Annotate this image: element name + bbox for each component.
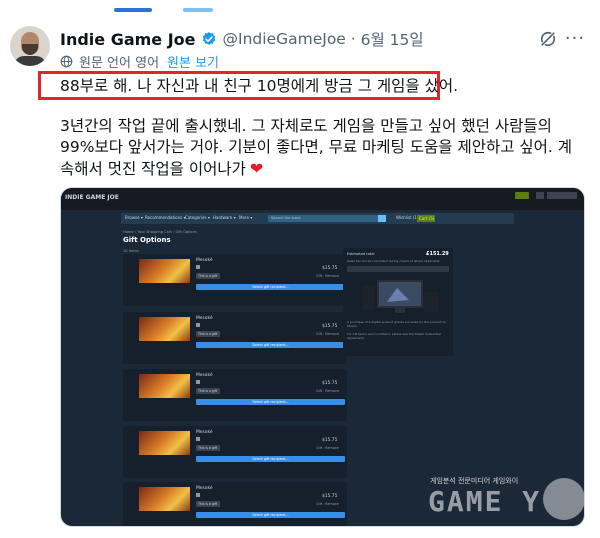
cart-item: Mesoké $15.75 This is a gift Gift · Remove S… — [123, 312, 347, 364]
breadcrumb: Home › Your Shopping Cart › Gift Options — [123, 230, 197, 234]
item-price: $15.75 — [322, 324, 338, 329]
media-indicator — [114, 8, 152, 12]
post-header: Indie Game Joe @IndieGameJoe · 6월 15일 — [60, 28, 424, 50]
game-thumbnail — [139, 374, 190, 398]
item-price: $15.75 — [322, 381, 338, 386]
store-search-input: Search the store — [268, 215, 378, 222]
grok-slash-icon[interactable] — [538, 29, 558, 49]
wishlist-link: Wishlist (1) — [396, 215, 419, 220]
windows-icon — [196, 265, 200, 269]
separator: · — [350, 30, 356, 48]
install-steam-button — [515, 192, 529, 199]
windows-icon — [196, 437, 200, 441]
game-title: Mesoké — [196, 430, 213, 435]
gift-select: This is a gift — [196, 273, 220, 279]
media-indicator-secondary — [183, 8, 213, 12]
terms-note: For full terms and conditions, please se… — [347, 332, 442, 340]
game-thumbnail — [139, 317, 190, 341]
gift-select: This is a gift — [196, 501, 220, 507]
nav-more: More ▾ — [239, 215, 253, 220]
continue-button — [347, 266, 449, 272]
order-summary: Estimated total £151.29 Sales tax will b… — [343, 248, 453, 356]
watermark-logo-text: GAME Y — [428, 485, 542, 518]
watermark-circle-icon — [543, 478, 584, 520]
select-gift-recipient-button: Select gift recipient... — [196, 456, 345, 462]
windows-icon — [196, 323, 200, 327]
cart-item: Mesoké $15.75 This is a gift Gift · Remove S… — [123, 482, 347, 526]
search-icon — [378, 215, 386, 222]
translation-notice: 원문 언어 영어 원본 보기 — [60, 52, 219, 71]
top-strip — [0, 0, 600, 16]
steam-top-bar: INDIE GAME JOE — [61, 188, 584, 210]
cart-button: Cart (5) — [417, 215, 435, 222]
steam-brand: INDIE GAME JOE — [65, 194, 119, 201]
account-menu — [547, 192, 577, 199]
remove-link: Gift · Remove — [316, 274, 340, 278]
tax-note: Sales tax will be calculated during chec… — [347, 259, 440, 263]
embedded-steam-screenshot[interactable]: INDIE GAME JOE Browse ▾ Recommendations … — [60, 187, 585, 527]
game-title: Mesoké — [196, 486, 213, 491]
post-date[interactable]: 6월 15일 — [361, 28, 424, 50]
license-note: A purchase of a digital product grants a… — [347, 320, 447, 328]
game-title: Mesoké — [196, 258, 213, 263]
devices-illustration — [363, 280, 439, 313]
more-icon[interactable]: ··· — [565, 28, 585, 49]
remove-link: Gift · Remove — [316, 332, 340, 336]
gift-select: This is a gift — [196, 388, 220, 394]
post-body: 3년간의 작업 끝에 출시했네. 그 자체로도 게임을 만들고 싶어 했던 사람… — [60, 116, 585, 180]
select-gift-recipient-button: Select gift recipient... — [196, 399, 345, 405]
game-thumbnail — [139, 259, 190, 283]
game-title: Mesoké — [196, 373, 213, 378]
select-gift-recipient-button: Select gift recipient... — [196, 342, 345, 348]
heart-emoji-icon: ❤ — [249, 159, 264, 178]
post-body-text: 3년간의 작업 끝에 출시했네. 그 자체로도 게임을 만들고 싶어 했던 사람… — [60, 117, 573, 178]
windows-icon — [196, 493, 200, 497]
remove-link: Gift · Remove — [316, 389, 340, 393]
translation-label: 원문 언어 영어 — [79, 55, 160, 71]
windows-icon — [196, 380, 200, 384]
game-title: Mesoké — [196, 316, 213, 321]
game-thumbnail — [139, 487, 190, 511]
remove-link: Gift · Remove — [316, 502, 340, 506]
item-count: 10 items — [123, 249, 139, 253]
nav-browse: Browse ▾ — [125, 215, 143, 220]
show-original-link[interactable]: 원본 보기 — [167, 52, 219, 71]
highlighted-post-line: 88부로 해. 나 자신과 내 친구 10명에게 방금 그 게임을 샀어. — [60, 77, 459, 95]
author-handle[interactable]: @IndieGameJoe — [223, 30, 346, 48]
cart-item: Mesoké $15.75 This is a gift Gift · Remove S… — [123, 426, 347, 478]
gamey-watermark: 게임분석 전문미디어 게임와이 GAME Y — [426, 476, 584, 524]
avatar[interactable] — [10, 26, 50, 66]
translate-globe-icon — [60, 55, 73, 67]
item-price: $15.75 — [322, 438, 338, 443]
remove-link: Gift · Remove — [316, 446, 340, 450]
nav-recommendations: Recommendations ▾ — [145, 215, 186, 220]
cart-item: Mesoké $15.75 This is a gift Gift · Remove S… — [123, 369, 347, 421]
gift-select: This is a gift — [196, 331, 220, 337]
item-price: $15.75 — [322, 266, 338, 271]
cart-item: Mesoké $15.75 This is a gift Gift · Remove S… — [123, 254, 347, 306]
nav-hardware: Hardware ▾ — [213, 215, 236, 220]
page-title: Gift Options — [123, 236, 171, 244]
estimated-total-value: £151.29 — [426, 251, 449, 257]
verified-badge-icon — [202, 32, 215, 45]
gift-select: This is a gift — [196, 445, 220, 451]
author-name[interactable]: Indie Game Joe — [60, 30, 196, 49]
estimated-total-label: Estimated total — [347, 252, 375, 256]
steam-store-nav: Browse ▾ Recommendations ▾ Categories ▾ … — [121, 213, 514, 224]
game-thumbnail — [139, 431, 190, 455]
item-price: $15.75 — [322, 494, 338, 499]
select-gift-recipient-button: Select gift recipient... — [196, 512, 345, 518]
notification-icon — [536, 192, 544, 199]
select-gift-recipient-button: Select gift recipient... — [196, 284, 345, 290]
nav-categories: Categories ▾ — [185, 215, 210, 220]
